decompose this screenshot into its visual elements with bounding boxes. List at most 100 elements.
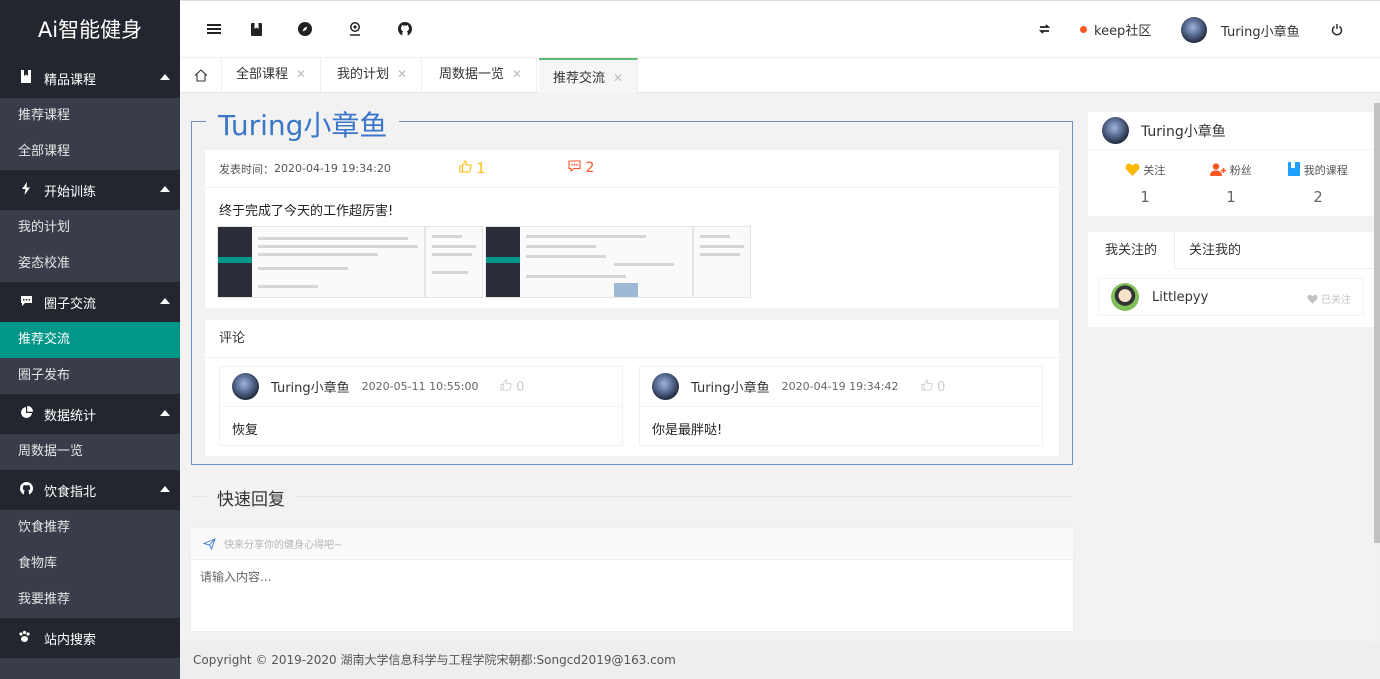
keep-community-link[interactable]: keep社区 <box>1080 20 1151 39</box>
comment-like-count: 0 <box>516 380 525 395</box>
community-label: keep社区 <box>1094 24 1152 39</box>
post-image[interactable] <box>485 226 693 298</box>
book-icon <box>1288 162 1301 176</box>
close-icon[interactable]: ✕ <box>512 67 522 81</box>
comment-like-button[interactable]: 0 <box>500 379 524 395</box>
notification-dot <box>1080 26 1087 33</box>
thumbs-up-icon <box>500 379 512 391</box>
scrollbar-thumb[interactable] <box>1374 103 1380 543</box>
avatar <box>1181 17 1207 43</box>
stat-value: 2 <box>1313 188 1323 206</box>
followed-status[interactable]: 已关注 <box>1307 291 1351 306</box>
post-image[interactable] <box>217 226 425 298</box>
stat-label: 粉丝 <box>1229 164 1252 177</box>
nav-group-community[interactable]: 圈子交流 <box>0 282 180 322</box>
quick-reply-label: 快速回复 <box>207 485 295 510</box>
comment-count: 2 <box>585 160 595 176</box>
profile-card: Turing小章鱼 关注 1 粉丝 1 我的课程 2 <box>1088 112 1374 216</box>
github-icon[interactable] <box>397 21 413 37</box>
close-icon[interactable]: ✕ <box>397 67 407 81</box>
follow-item[interactable]: Littlepyy 已关注 <box>1098 278 1364 316</box>
scrollbar[interactable] <box>1374 93 1380 643</box>
tab-all-courses[interactable]: 全部课程 ✕ <box>222 58 322 93</box>
tab-my-plan[interactable]: 我的计划 ✕ <box>323 58 423 93</box>
user-menu[interactable]: Turing小章鱼 <box>1181 17 1300 43</box>
editor-toolbar: 快来分享你的健身心得吧~ <box>191 528 1073 560</box>
sidebar-item-i-recommend[interactable]: 我要推荐 <box>0 582 180 618</box>
tab-home[interactable] <box>180 58 222 93</box>
comment-text: 你是最胖哒! <box>652 423 723 438</box>
close-icon[interactable]: ✕ <box>296 67 306 81</box>
bookmark-icon[interactable] <box>248 21 264 37</box>
lightning-icon <box>18 182 34 198</box>
sidebar: Ai智能健身 精品课程 推荐课程 全部课程 开始训练 我的计划 姿态校准 圈子交… <box>0 0 180 679</box>
comment-button[interactable]: 2 <box>568 160 594 176</box>
top-header: keep社区 Turing小章鱼 <box>180 0 1380 58</box>
tab-label: 周数据一览 <box>439 67 505 82</box>
tab-weekly-data[interactable]: 周数据一览 ✕ <box>425 58 538 93</box>
refresh-icon[interactable] <box>1036 21 1052 37</box>
comment-icon <box>568 160 581 173</box>
post-image[interactable] <box>425 226 483 298</box>
follow-tabs: 我关注的 关注我的 <box>1088 232 1374 270</box>
post-author-title: Turing小章鱼 <box>206 104 400 144</box>
comment-card: 评论 Turing小章鱼 2020-05-11 10:55:00 0 恢复 Tu… <box>205 320 1059 456</box>
home-icon <box>194 69 207 82</box>
reply-textarea[interactable]: 请输入内容... <box>191 560 1073 593</box>
close-icon[interactable]: ✕ <box>613 71 623 85</box>
tab-recommended-exchange[interactable]: 推荐交流 ✕ <box>539 58 639 93</box>
tab-label: 全部课程 <box>236 67 289 82</box>
nav-group-training[interactable]: 开始训练 <box>0 170 180 210</box>
comment-time: 2020-04-19 19:34:42 <box>781 380 899 393</box>
stat-label: 关注 <box>1143 164 1166 177</box>
user-name: Turing小章鱼 <box>1221 24 1300 40</box>
followed-label: 已关注 <box>1321 295 1351 306</box>
sidebar-item-pose-calibration[interactable]: 姿态校准 <box>0 246 180 282</box>
thumbs-up-icon <box>921 379 933 391</box>
search-label: 站内搜索 <box>44 632 97 648</box>
post-meta: 发表时间： 2020-04-19 19:34:20 1 2 <box>205 150 1059 188</box>
tab-label: 推荐交流 <box>553 71 606 86</box>
sidebar-item-all-courses[interactable]: 全部课程 <box>0 134 180 170</box>
sidebar-item-diet-recommend[interactable]: 饮食推荐 <box>0 510 180 546</box>
app-logo: Ai智能健身 <box>0 0 180 58</box>
paw-icon <box>18 630 34 647</box>
post-time-label: 发表时间： <box>219 162 274 176</box>
comment-like-button[interactable]: 0 <box>921 379 945 395</box>
post-image[interactable] <box>693 226 751 298</box>
menu-icon[interactable] <box>206 21 222 37</box>
comment-text: 恢复 <box>232 423 259 438</box>
like-count: 1 <box>476 161 486 177</box>
stat-my-courses[interactable]: 我的课程 2 <box>1273 162 1363 206</box>
sidebar-item-food-library[interactable]: 食物库 <box>0 546 180 582</box>
comment-item: Turing小章鱼 2020-04-19 19:34:42 0 你是最胖哒! <box>639 366 1043 446</box>
avatar <box>1102 117 1129 144</box>
sidebar-item-my-plan[interactable]: 我的计划 <box>0 210 180 246</box>
stat-fans[interactable]: 粉丝 1 <box>1186 162 1276 206</box>
nav-group-label: 饮食指北 <box>44 484 97 500</box>
power-icon[interactable] <box>1329 21 1345 37</box>
tab-label: 我的计划 <box>337 67 390 82</box>
comments-title: 评论 <box>205 320 1059 358</box>
post-content: 终于完成了今天的工作超厉害! <box>219 204 394 219</box>
stat-following[interactable]: 关注 1 <box>1100 162 1190 206</box>
comment-like-count: 0 <box>937 380 946 395</box>
sidebar-item-circle-publish[interactable]: 圈子发布 <box>0 358 180 394</box>
tab-followers[interactable]: 关注我的 <box>1172 232 1258 269</box>
like-button[interactable]: 1 <box>459 160 485 177</box>
stat-value: 1 <box>1226 188 1236 206</box>
nav-group-courses[interactable]: 精品课程 <box>0 58 180 98</box>
sidebar-item-recommended-courses[interactable]: 推荐课程 <box>0 98 180 134</box>
nav-group-statistics[interactable]: 数据统计 <box>0 394 180 434</box>
sidebar-item-weekly-data[interactable]: 周数据一览 <box>0 434 180 470</box>
compass-icon[interactable] <box>297 21 313 37</box>
nav-group-diet[interactable]: 饮食指北 <box>0 470 180 510</box>
chevron-up-icon <box>160 186 170 192</box>
reply-editor[interactable]: 快来分享你的健身心得吧~ 请输入内容... <box>190 527 1074 632</box>
follow-name: Littlepyy <box>1152 289 1209 305</box>
location-icon[interactable] <box>347 21 363 37</box>
tab-following[interactable]: 我关注的 <box>1088 232 1176 270</box>
sidebar-item-recommended-exchange[interactable]: 推荐交流 <box>0 322 180 358</box>
chevron-up-icon <box>160 486 170 492</box>
sidebar-item-site-search[interactable]: 站内搜索 <box>0 618 180 658</box>
